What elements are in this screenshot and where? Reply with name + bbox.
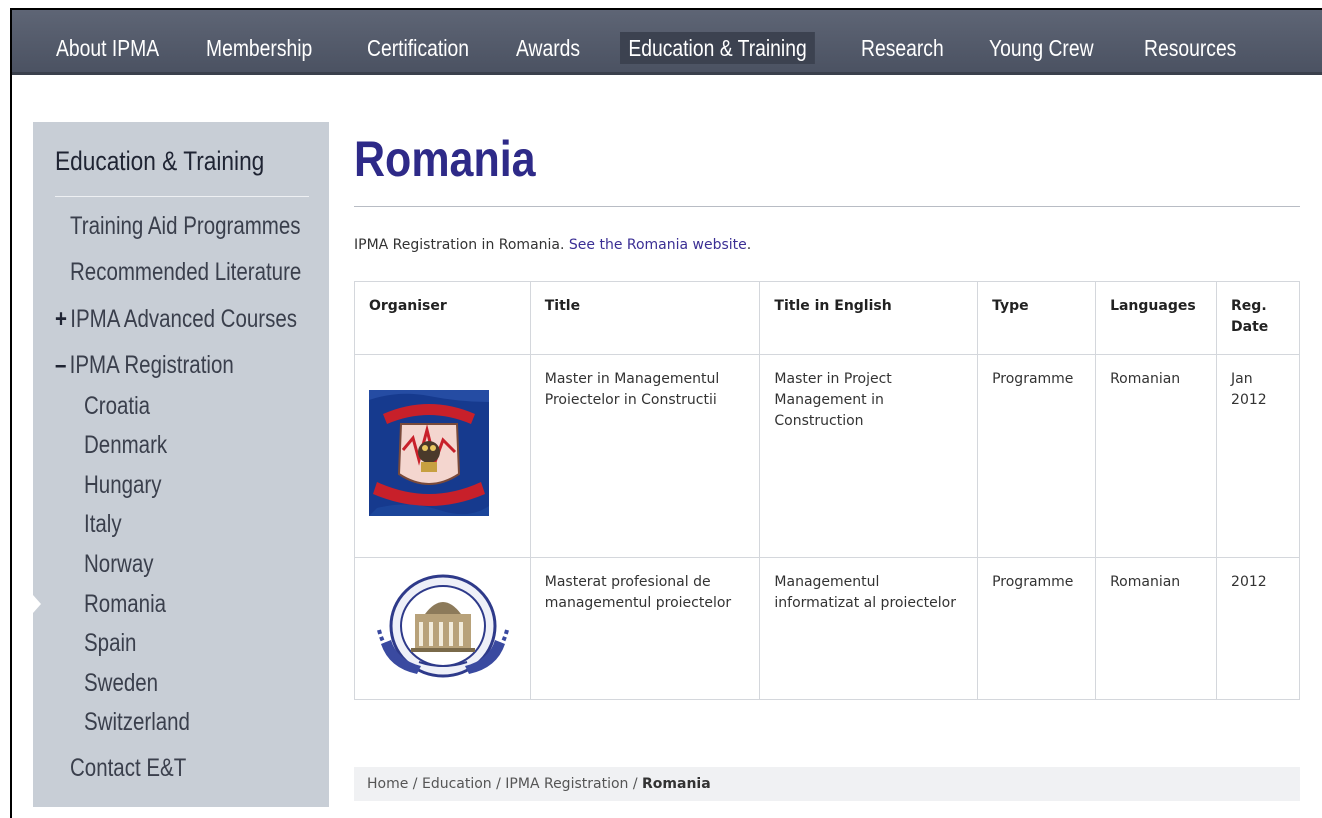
languages-cell: Romanian [1095,557,1218,700]
sidebar-divider [55,196,309,197]
type-cell: Programme [977,557,1097,700]
sidebar-item-contact[interactable]: Contact E&T [70,754,186,783]
nav-awards[interactable]: Awards [516,32,580,64]
breadcrumb: Home / Education / IPMA Registration / R… [354,767,1300,801]
table-row: Master in Managementul Proiectelor in Co… [354,354,1300,558]
sidebar-title: Education & Training [55,146,265,176]
academia-studii-economice-seal-icon [375,572,511,680]
sidebar-subitem-hungary[interactable]: Hungary [84,471,161,500]
collapse-icon: – [55,351,67,379]
nav-about-ipma[interactable]: About IPMA [56,32,159,64]
sidebar-item-recommended-literature[interactable]: Recommended Literature [70,258,301,287]
intro-text: IPMA Registration in Romania. See the Ro… [354,237,751,253]
table-row: Masterat profesional de managementul pro… [354,557,1300,700]
active-indicator [33,595,41,613]
column-header: Type [977,281,1097,355]
sidebar-subitem-romania[interactable]: Romania [84,590,166,619]
breadcrumb-ipma-registration[interactable]: IPMA Registration [505,776,628,792]
column-header: Title in English [759,281,979,355]
languages-cell: Romanian [1095,354,1218,558]
universitatea-tehnica-crest-icon [369,390,489,516]
sidebar-subitem-switzerland[interactable]: Switzerland [84,708,190,737]
breadcrumb-separator: / [632,776,638,792]
column-header: Languages [1095,281,1218,355]
top-navigation: About IPMA Membership Certification Awar… [12,10,1322,75]
reg-date-cell: 2012 [1216,557,1300,700]
column-header: Reg. Date [1216,281,1300,355]
breadcrumb-separator: / [496,776,501,792]
expand-icon: + [55,305,67,333]
title-cell: Master in Managementul Proiectelor in Co… [529,354,761,558]
column-header: Organiser [354,281,531,355]
nav-research[interactable]: Research [861,32,944,64]
sidebar-item-label: IPMA Registration [69,351,234,379]
intro-period: . [746,237,752,253]
sidebar-subitem-croatia[interactable]: Croatia [84,392,150,421]
nav-resources[interactable]: Resources [1144,32,1236,64]
registration-table: Organiser Title Title in English Type La… [354,281,1300,700]
window-frame-left [10,8,12,818]
column-header: Title [529,281,761,355]
type-cell: Programme [977,354,1097,558]
organiser-cell [354,557,531,700]
title-english-cell: Master in Project Management in Construc… [759,354,979,558]
breadcrumb-education[interactable]: Education [422,776,492,792]
sidebar-item-ipma-registration[interactable]: – IPMA Registration [55,351,234,380]
nav-young-crew[interactable]: Young Crew [989,32,1094,64]
sidebar-subitem-spain[interactable]: Spain [84,629,136,658]
sidebar-subitem-denmark[interactable]: Denmark [84,431,167,460]
sidebar-subitem-italy[interactable]: Italy [84,510,122,539]
title-divider [354,206,1300,207]
sidebar: Education & Training Training Aid Progra… [33,122,329,807]
breadcrumb-current: Romania [642,776,711,792]
intro-label: IPMA Registration in Romania. [354,237,565,253]
breadcrumb-separator: / [412,776,418,792]
sidebar-item-training-aid[interactable]: Training Aid Programmes [70,212,301,241]
page-title: Romania [354,131,536,187]
sidebar-item-label: IPMA Advanced Courses [70,305,298,333]
nav-education-training[interactable]: Education & Training [620,32,816,64]
sidebar-item-advanced-courses[interactable]: + IPMA Advanced Courses [55,305,297,334]
title-cell: Masterat profesional de managementul pro… [529,557,761,700]
sidebar-subitem-norway[interactable]: Norway [84,550,153,579]
nav-certification[interactable]: Certification [367,32,469,64]
nav-membership[interactable]: Membership [206,32,312,64]
sidebar-subitem-sweden[interactable]: Sweden [84,669,158,698]
reg-date-cell: Jan 2012 [1216,354,1300,558]
title-english-cell: Managementul informatizat al proiectelor [759,557,979,700]
table-header-row: Organiser Title Title in English Type La… [354,281,1300,355]
romania-website-link[interactable]: See the Romania website [569,237,747,253]
organiser-cell [354,354,531,558]
breadcrumb-home[interactable]: Home [367,776,408,792]
